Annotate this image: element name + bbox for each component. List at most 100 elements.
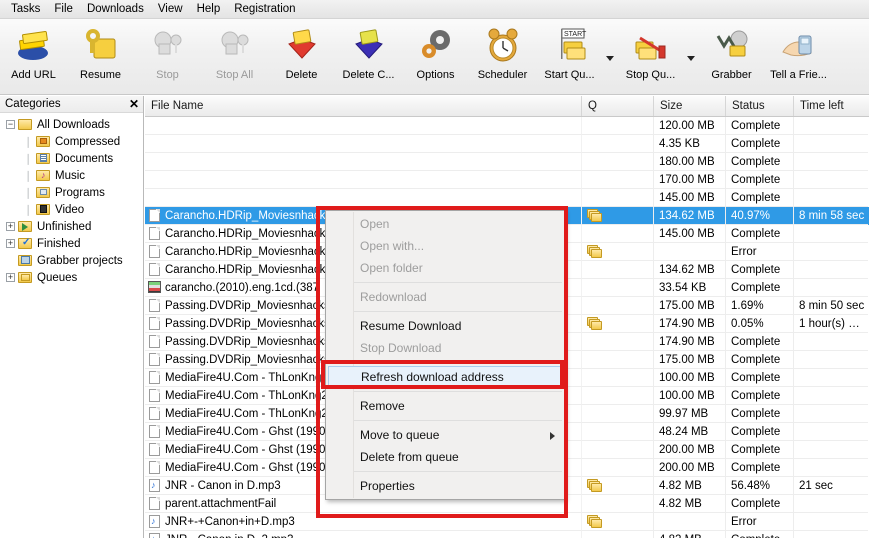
- toolbar-button-delete[interactable]: Delete: [268, 23, 335, 93]
- sidebar-item-finished[interactable]: + ✓ Finished: [0, 235, 143, 252]
- cell-status: Complete: [726, 351, 794, 369]
- cell-time-left: 1 hour(s) …: [794, 315, 868, 333]
- cell-time-left: [794, 261, 868, 279]
- table-row[interactable]: 120.00 MB Complete: [145, 117, 869, 135]
- toolbar-button-label: Start Qu...: [544, 69, 595, 81]
- table-row[interactable]: ♪ JNR+-+Canon+in+D.mp3 Error: [145, 513, 869, 531]
- idm-window: Tasks File Downloads View Help Registration A…: [0, 0, 869, 538]
- add-url-icon: [14, 26, 54, 66]
- toolbar-button-label: Delete: [285, 69, 318, 81]
- cell-time-left: [794, 387, 868, 405]
- sidebar-item-compressed[interactable]: │ Compressed: [0, 133, 143, 150]
- sidebar-item-documents[interactable]: │ Documents: [0, 150, 143, 167]
- tree-expander-finished[interactable]: +: [6, 239, 15, 248]
- cell-time-left: [794, 333, 868, 351]
- sidebar-item-queues[interactable]: + Queues: [0, 269, 143, 286]
- start-queue-icon: START: [550, 26, 590, 66]
- cell-queue: [582, 495, 654, 513]
- tree-expander-queues[interactable]: +: [6, 273, 15, 282]
- cell-size: 4.35 KB: [654, 135, 726, 153]
- context-menu-item-delete-from-queue[interactable]: Delete from queue: [326, 446, 564, 468]
- menu-item-tasks[interactable]: Tasks: [4, 1, 47, 17]
- menu-item-help[interactable]: Help: [190, 1, 228, 17]
- table-row[interactable]: ♪ JNR - Canon in D_2.mp3 4.82 MB Complete: [145, 531, 869, 538]
- doc-icon: [148, 370, 161, 385]
- context-menu-item-label: Open folder: [360, 261, 423, 275]
- toolbar-button-stop-all[interactable]: Stop All: [201, 23, 268, 93]
- toolbar-button-options[interactable]: Options: [402, 23, 469, 93]
- toolbar-dropdown-start-qu[interactable]: [603, 23, 617, 93]
- menu-item-downloads[interactable]: Downloads: [80, 1, 151, 17]
- toolbar-button-tell-a-frie[interactable]: Tell a Frie...: [765, 23, 832, 93]
- file-name-text: carancho.(2010).eng.1cd.(387: [165, 281, 320, 294]
- toolbar-button-resume[interactable]: Resume: [67, 23, 134, 93]
- doc-icon: [148, 334, 161, 349]
- sidebar-item-grabber-projects[interactable]: Grabber projects: [0, 252, 143, 269]
- tree-expander-all-downloads[interactable]: −: [6, 120, 15, 129]
- sidebar-item-music[interactable]: │ ♪ Music: [0, 167, 143, 184]
- cell-time-left: [794, 441, 868, 459]
- sidebar-item-label: Music: [55, 169, 86, 182]
- context-menu-item-label: Open with...: [360, 239, 425, 253]
- cell-queue: [582, 459, 654, 477]
- menu-item-registration[interactable]: Registration: [227, 1, 302, 17]
- subtitle-icon: [148, 280, 161, 295]
- file-name-text: Passing.DVDRip_Moviesnhacks: [165, 317, 330, 330]
- cell-status: Complete: [726, 459, 794, 477]
- cell-time-left: [794, 189, 868, 207]
- file-name-text: JNR - Canon in D_2.mp3: [165, 534, 293, 538]
- doc-icon: [148, 424, 161, 439]
- sidebar-item-video[interactable]: │ Video: [0, 201, 143, 218]
- toolbar-button-stop[interactable]: Stop: [134, 23, 201, 93]
- sidebar-item-programs[interactable]: │ Programs: [0, 184, 143, 201]
- queue-folder-icon: [587, 515, 603, 528]
- file-name-text: MediaFire4U.Com - ThLonKng2: [165, 407, 328, 420]
- column-header-size[interactable]: Size: [654, 96, 726, 116]
- file-name-text: Passing.DVDRip_Moviesnhacks: [165, 299, 330, 312]
- table-row[interactable]: 4.35 KB Complete: [145, 135, 869, 153]
- table-row[interactable]: 180.00 MB Complete: [145, 153, 869, 171]
- sidebar-item-label: Unfinished: [37, 220, 92, 233]
- menu-item-file[interactable]: File: [47, 1, 80, 17]
- video-category-icon: [36, 203, 51, 216]
- toolbar-button-add-url[interactable]: Add URL: [0, 23, 67, 93]
- programs-category-icon: [36, 186, 51, 199]
- toolbar-dropdown-stop-qu[interactable]: [684, 23, 698, 93]
- table-row[interactable]: 145.00 MB Complete: [145, 189, 869, 207]
- toolbar-button-scheduler[interactable]: Scheduler: [469, 23, 536, 93]
- sidebar-item-all-downloads[interactable]: − All Downloads: [0, 116, 143, 133]
- context-menu-item-move-to-queue[interactable]: Move to queue: [326, 424, 564, 446]
- toolbar-button-label: Stop Qu...: [625, 69, 676, 81]
- cell-queue: [582, 297, 654, 315]
- toolbar-button-label: Delete C...: [342, 69, 395, 81]
- cell-queue: [582, 189, 654, 207]
- context-menu-item-label: Delete from queue: [360, 450, 459, 464]
- column-header-stat[interactable]: Status: [726, 96, 794, 116]
- toolbar-button-grabber[interactable]: Grabber: [698, 23, 765, 93]
- toolbar-button-start-qu[interactable]: START Start Qu...: [536, 23, 603, 93]
- context-menu-item-refresh-download-address[interactable]: Refresh download address: [328, 366, 562, 388]
- cell-status: 40.97%: [726, 207, 794, 225]
- cell-time-left: [794, 531, 868, 538]
- context-menu-item-resume-download[interactable]: Resume Download: [326, 315, 564, 337]
- column-header-time[interactable]: Time left: [794, 96, 868, 116]
- tree-expander-unfinished[interactable]: +: [6, 222, 15, 231]
- cell-size: 200.00 MB: [654, 441, 726, 459]
- cell-status: 1.69%: [726, 297, 794, 315]
- toolbar-button-stop-qu[interactable]: Stop Qu...: [617, 23, 684, 93]
- close-icon[interactable]: ✕: [129, 98, 139, 110]
- table-row[interactable]: 170.00 MB Complete: [145, 171, 869, 189]
- context-menu-separator: [354, 282, 562, 283]
- sidebar-title: Categories: [5, 98, 61, 110]
- toolbar-button-delete-c[interactable]: Delete C...: [335, 23, 402, 93]
- cell-status: Complete: [726, 261, 794, 279]
- sidebar-item-unfinished[interactable]: + Unfinished: [0, 218, 143, 235]
- column-header-q[interactable]: Q: [582, 96, 654, 116]
- cell-status: 56.48%: [726, 477, 794, 495]
- context-menu-item-properties[interactable]: Properties: [326, 475, 564, 497]
- cell-queue: [582, 171, 654, 189]
- menu-item-view[interactable]: View: [151, 1, 190, 17]
- column-header-name[interactable]: File Name: [145, 96, 582, 116]
- context-menu-item-remove[interactable]: Remove: [326, 395, 564, 417]
- finished-icon: ✓: [18, 237, 33, 250]
